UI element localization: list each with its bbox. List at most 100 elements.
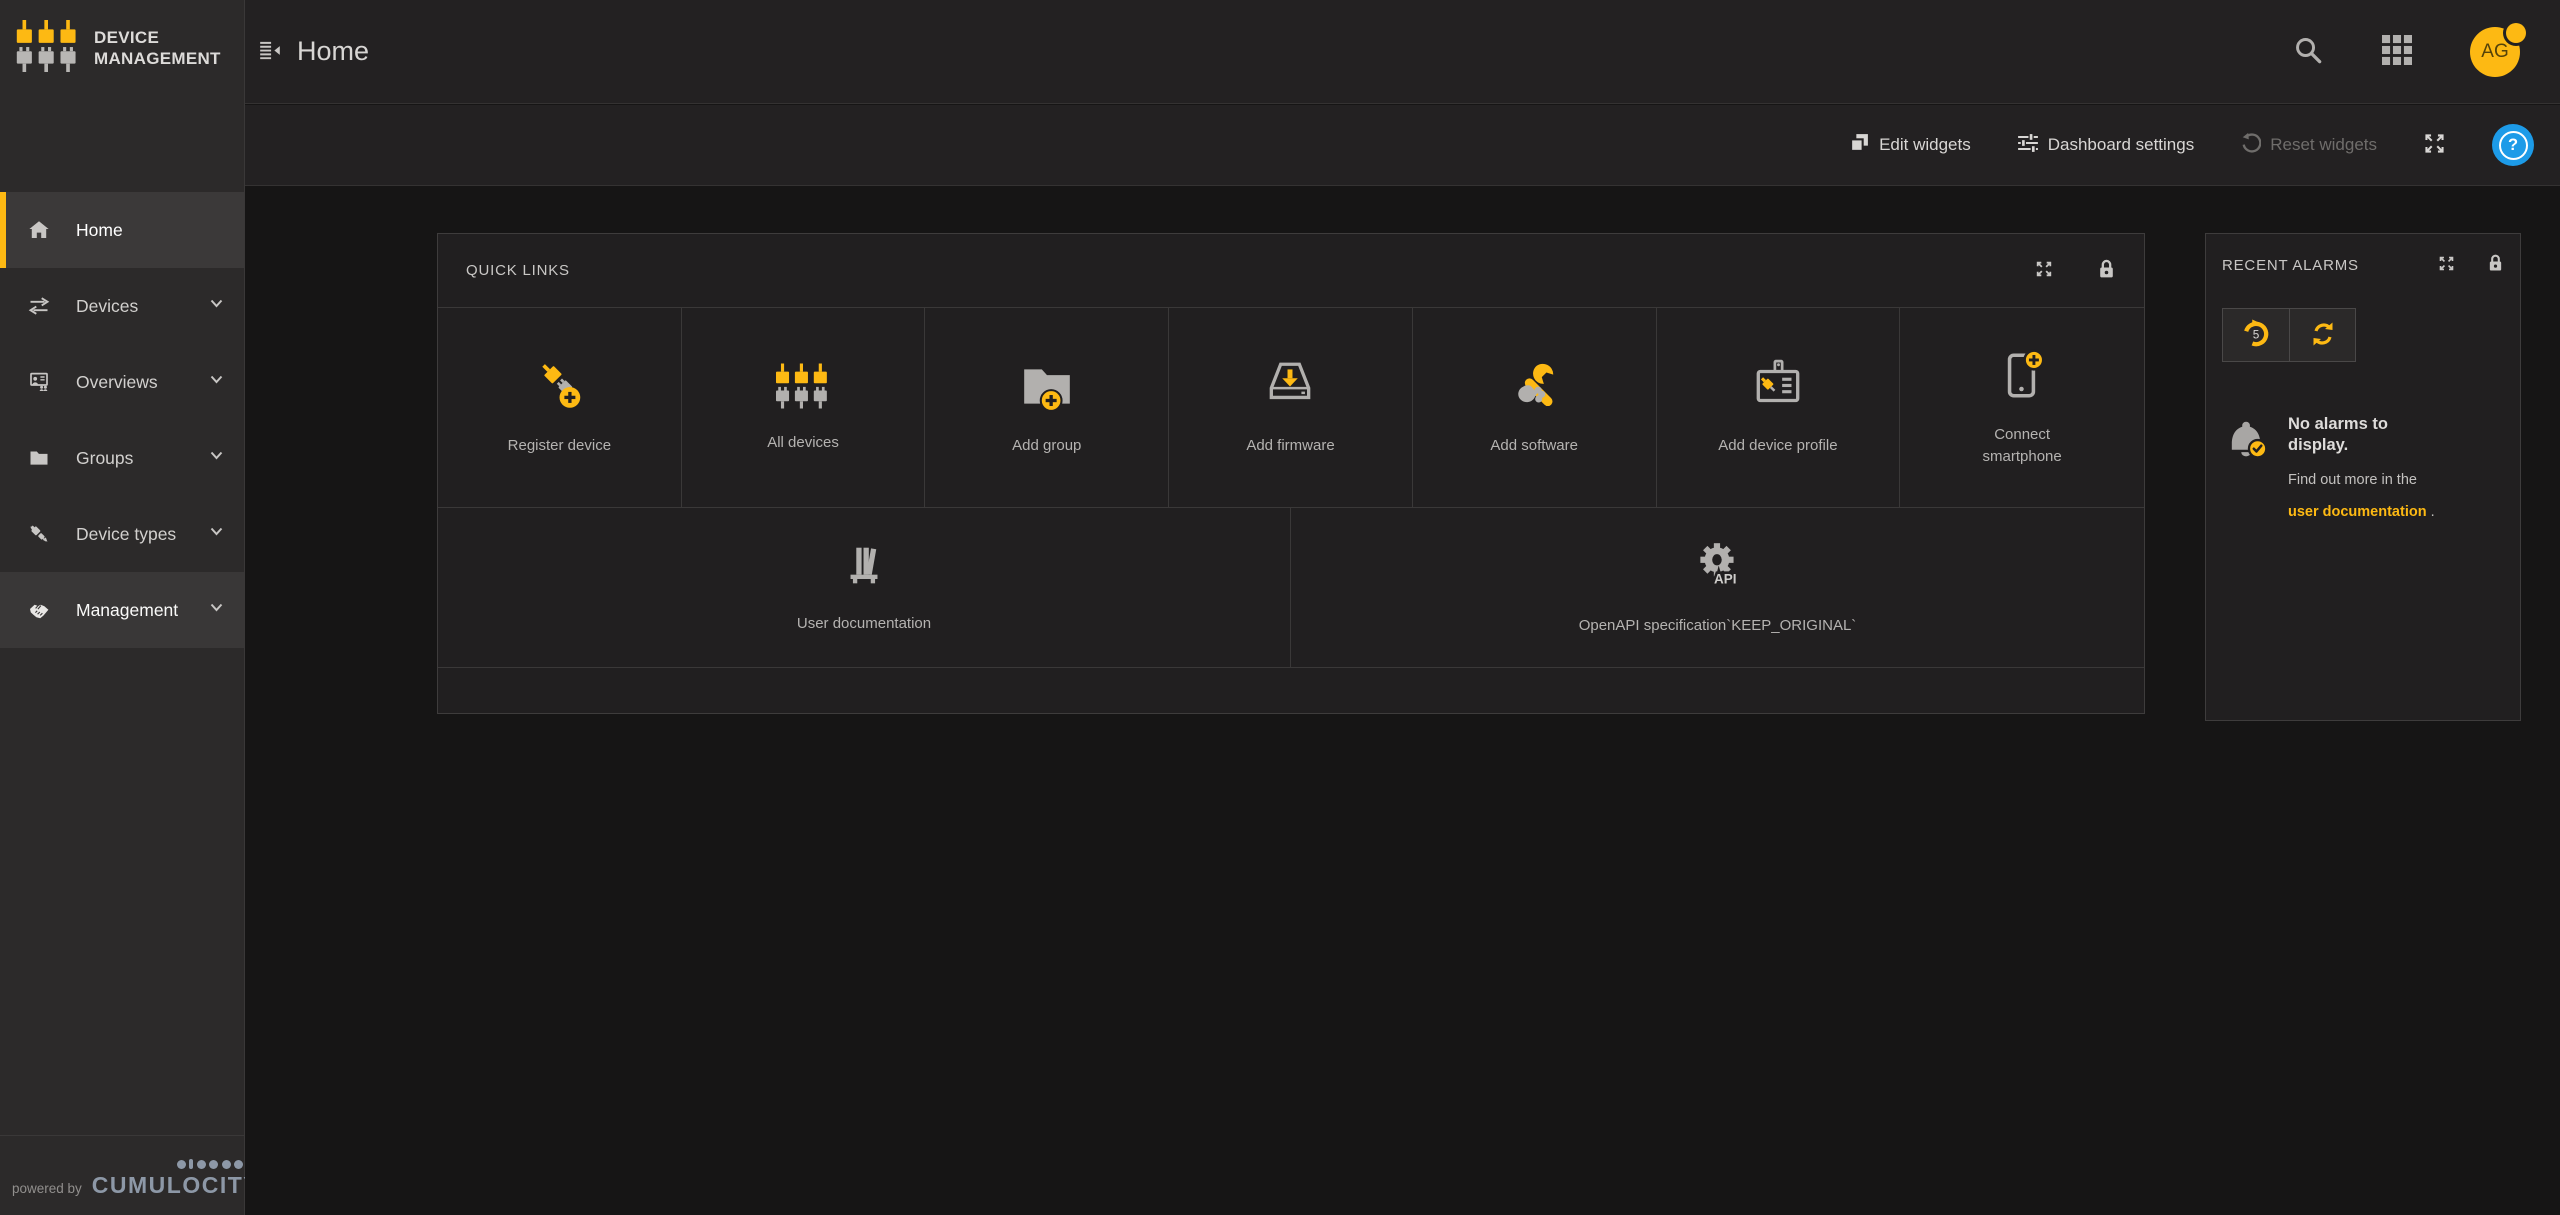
recent-alarms-title: RECENT ALARMS: [2222, 257, 2359, 274]
refresh-icon: [2309, 320, 2337, 351]
sidebar-item-label: Management: [76, 600, 178, 621]
device-management-logo-icon: [16, 20, 80, 77]
sidebar-item-label: Device types: [76, 524, 176, 545]
add-software-icon: [1506, 358, 1562, 419]
sidebar-item-overviews[interactable]: Overviews: [0, 344, 244, 420]
refresh-button[interactable]: [2289, 309, 2355, 361]
no-alarms-description: Find out more in the user documentation …: [2288, 465, 2438, 529]
quick-link-label: Connect smartphone: [1974, 424, 2070, 468]
reset-widgets-button[interactable]: Reset widgets: [2240, 132, 2377, 158]
sidebar-item-groups[interactable]: Groups: [0, 420, 244, 496]
lock-icon: [2097, 258, 2116, 284]
edit-widgets-label: Edit widgets: [1879, 135, 1971, 155]
dashboard-settings-label: Dashboard settings: [2048, 135, 2194, 155]
alarms-empty-state: No alarms to display. Find out more in t…: [2206, 362, 2520, 529]
quick-link-label: OpenAPI specification`KEEP_ORIGINAL`: [1579, 615, 1857, 637]
quick-link-user-documentation[interactable]: User documentation: [438, 508, 1291, 667]
sidebar-item-label: Devices: [76, 296, 138, 317]
quick-link-all-devices[interactable]: All devices: [682, 308, 926, 507]
sidebar-item-device-types[interactable]: Device types: [0, 496, 244, 572]
quick-link-add-software[interactable]: Add software: [1413, 308, 1657, 507]
quick-links-row-1: Register device: [438, 307, 2144, 508]
expand-arrows-icon: [2035, 260, 2053, 281]
app-brand[interactable]: DEVICE MANAGEMENT: [0, 0, 244, 77]
connectors-icon: [27, 523, 51, 545]
search-icon: [2292, 34, 2324, 69]
app-switcher-grid-icon: [2382, 35, 2412, 68]
sidebar-item-devices[interactable]: Devices: [0, 268, 244, 344]
add-firmware-icon: [1262, 358, 1318, 419]
auto-refresh-interval-button[interactable]: 5: [2223, 309, 2289, 361]
collapse-navigator-button[interactable]: [258, 38, 282, 65]
question-mark-icon: ?: [2499, 131, 2528, 160]
bell-check-icon: [2222, 414, 2274, 529]
top-header: Home AG: [245, 0, 2560, 104]
recent-alarms-widget: RECENT ALARMS: [2205, 233, 2521, 721]
chevron-down-icon: [209, 448, 224, 468]
quick-link-openapi-specification[interactable]: API OpenAPI specification`KEEP_ORIGINAL`: [1291, 508, 2144, 667]
widget-expand-button[interactable]: [2438, 255, 2455, 275]
quick-link-add-firmware[interactable]: Add firmware: [1169, 308, 1413, 507]
avatar-notification-badge: [2506, 23, 2526, 43]
app-switcher-button[interactable]: [2382, 35, 2412, 68]
quick-links-row-2: User documentation: [438, 508, 2144, 667]
sidebar-item-home[interactable]: Home: [0, 192, 244, 268]
quick-link-register-device[interactable]: Register device: [438, 308, 682, 507]
quick-link-label: User documentation: [797, 613, 931, 635]
quick-link-add-group[interactable]: Add group: [925, 308, 1169, 507]
all-devices-icon: [776, 361, 830, 416]
chevron-down-icon: [209, 296, 224, 316]
dashboard-settings-button[interactable]: Dashboard settings: [2017, 132, 2194, 159]
top-header-actions: AG: [2292, 27, 2560, 77]
openapi-gear-icon: API: [1690, 538, 1746, 599]
no-alarms-title: No alarms to display.: [2288, 414, 2438, 457]
help-button[interactable]: ?: [2492, 124, 2534, 166]
collapse-navigator-icon: [258, 38, 282, 65]
quick-link-add-device-profile[interactable]: Add device profile: [1657, 308, 1901, 507]
avatar-initials: AG: [2481, 41, 2508, 63]
quick-link-label: Register device: [508, 435, 611, 457]
search-button[interactable]: [2292, 34, 2324, 69]
sidebar-footer: powered by CUMULOCITY: [0, 1135, 244, 1215]
expand-arrows-icon: [2423, 132, 2446, 158]
sidebar-item-management[interactable]: Management: [0, 572, 244, 648]
chevron-down-icon: [209, 372, 224, 392]
expand-arrows-icon: [2438, 255, 2455, 275]
folder-icon: [27, 447, 51, 469]
sidebar-nav: Home Devices: [0, 192, 244, 648]
widget-expand-button[interactable]: [2035, 260, 2053, 281]
sliders-icon: [2017, 132, 2039, 159]
quick-link-label: All devices: [767, 432, 839, 454]
connect-smartphone-icon: [1994, 347, 2050, 408]
sidebar: DEVICE MANAGEMENT Home Devices: [0, 0, 245, 1215]
quick-link-label: Add firmware: [1246, 435, 1334, 457]
recent-alarms-header: RECENT ALARMS: [2206, 234, 2520, 296]
app-title: DEVICE MANAGEMENT: [94, 28, 221, 69]
sidebar-item-label: Overviews: [76, 372, 158, 393]
swap-arrows-icon: [27, 295, 51, 317]
interval-refresh-icon: 5: [2241, 319, 2271, 352]
sidebar-item-label: Groups: [76, 448, 133, 469]
quick-link-connect-smartphone[interactable]: Connect smartphone: [1900, 308, 2144, 507]
quick-link-label: Add device profile: [1718, 435, 1837, 457]
quick-link-label: Add group: [1012, 435, 1081, 457]
quick-links-title: QUICK LINKS: [466, 262, 570, 279]
edit-widgets-button[interactable]: Edit widgets: [1849, 132, 1971, 158]
user-documentation-link[interactable]: user documentation: [2288, 504, 2427, 520]
fullscreen-button[interactable]: [2423, 132, 2446, 158]
no-alarms-text: Find out more in the: [2288, 472, 2417, 488]
dashboard-main: QUICK LINKS: [245, 187, 2560, 1215]
register-device-icon: [531, 358, 587, 419]
add-group-icon: [1019, 358, 1075, 419]
lock-icon: [2487, 253, 2504, 277]
edit-widgets-icon: [1849, 132, 1870, 158]
user-documentation-icon: [838, 540, 890, 597]
cumulocity-logo-text: CUMULOCITY: [92, 1172, 260, 1199]
powered-by-label: powered by: [12, 1181, 82, 1199]
handshake-icon: [27, 599, 51, 621]
no-alarms-text-suffix: .: [2427, 504, 2435, 520]
user-avatar[interactable]: AG: [2470, 27, 2520, 77]
alarms-refresh-button-group: 5: [2222, 308, 2356, 362]
add-device-profile-icon: [1750, 358, 1806, 419]
sidebar-item-label: Home: [76, 220, 123, 241]
